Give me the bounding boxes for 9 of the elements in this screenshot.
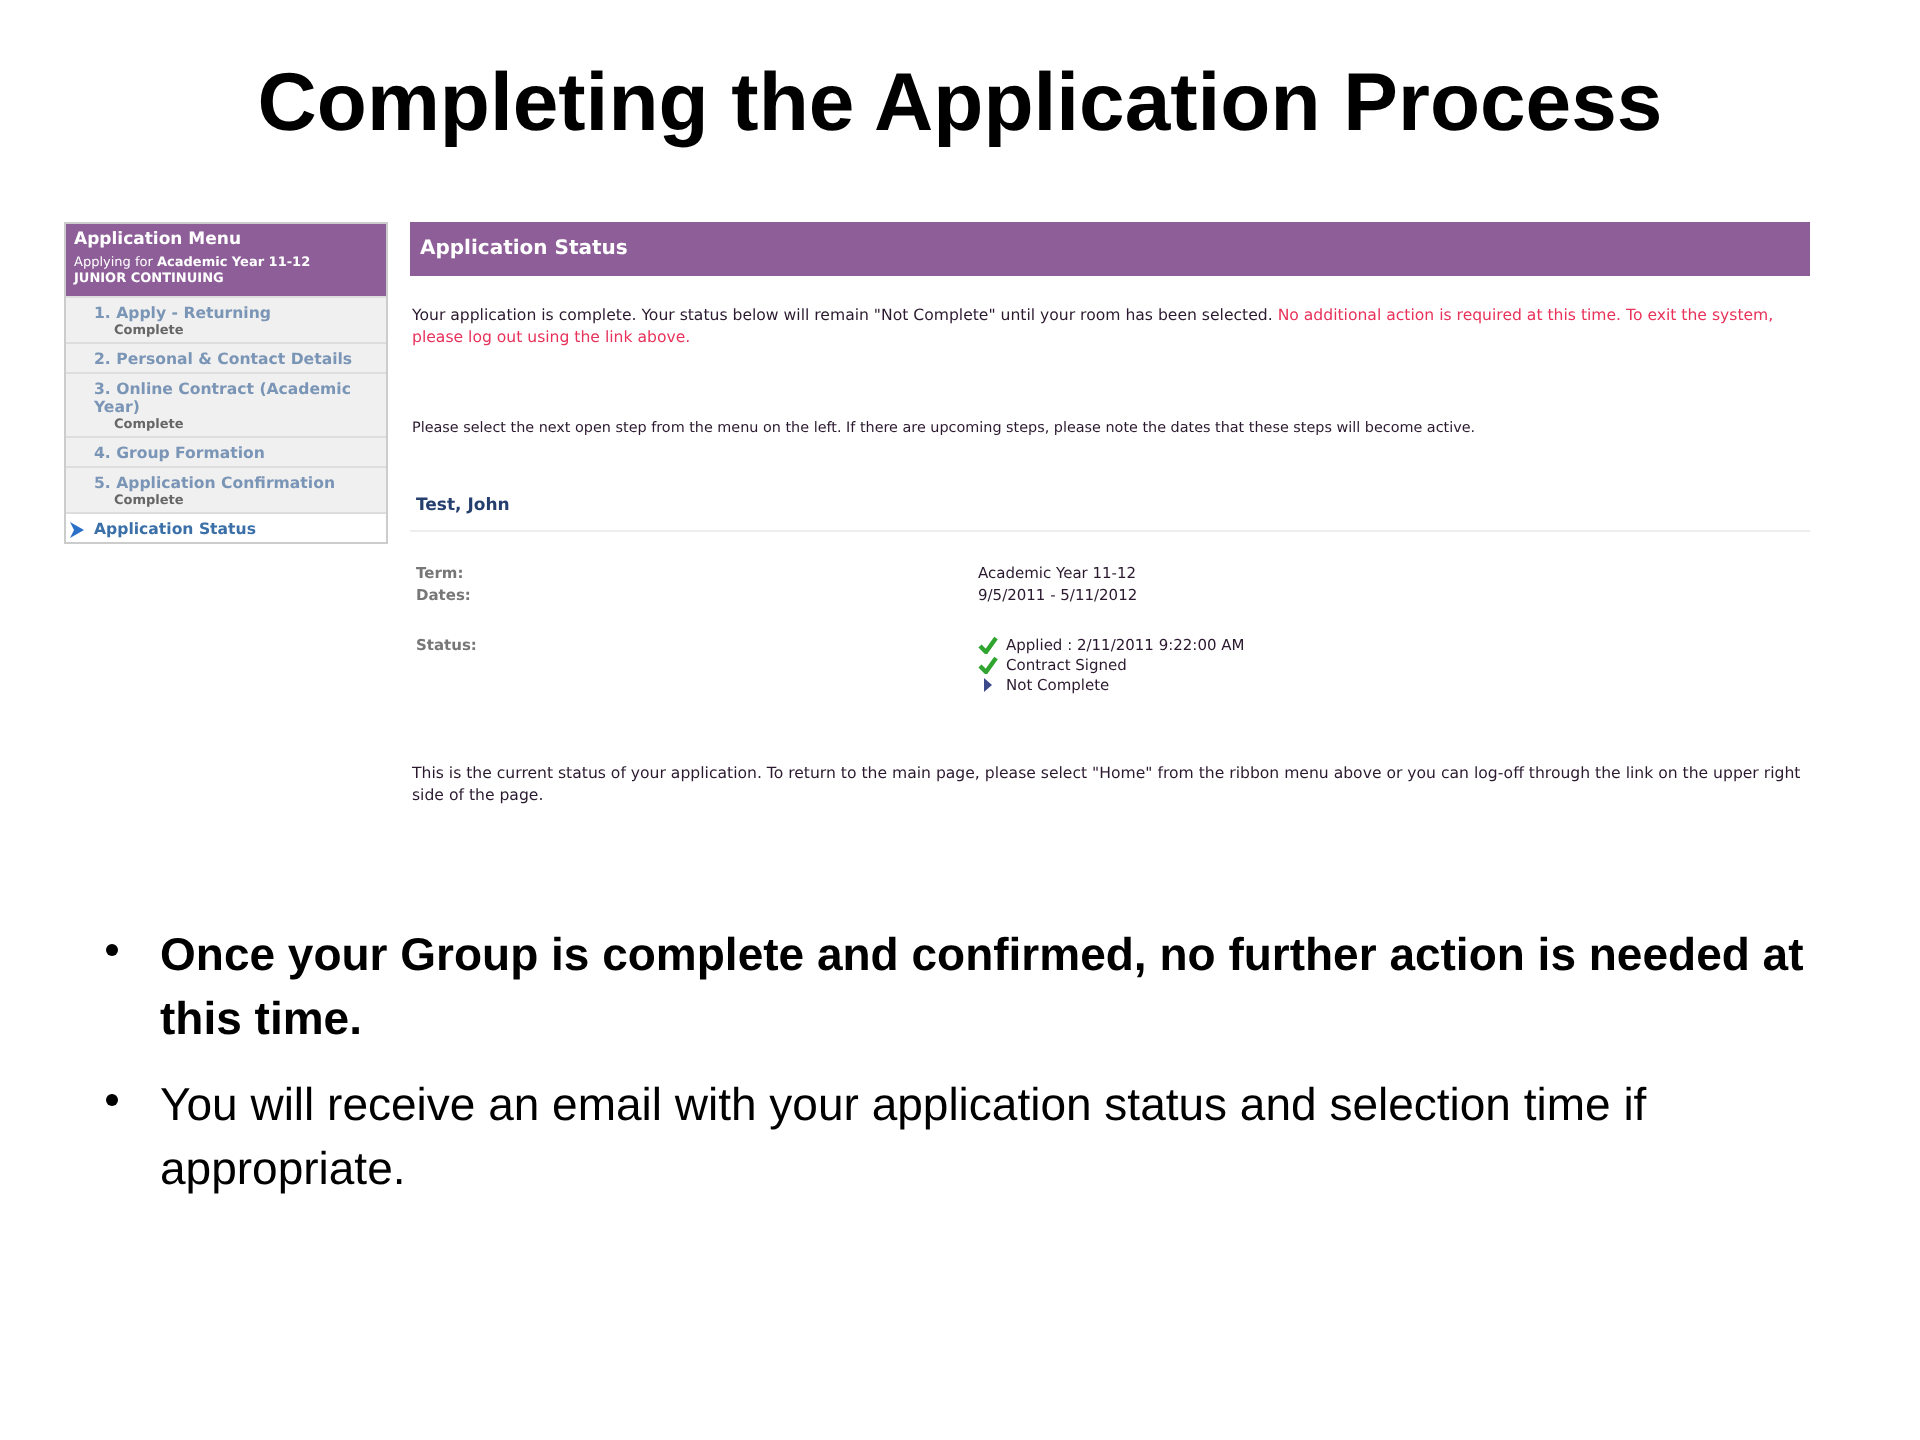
- arrow-icon: [70, 521, 84, 538]
- bullet-text: You will receive an email with your application status and selection time if appropriate.: [160, 1075, 1649, 1198]
- bullet-dot: [106, 944, 118, 957]
- applicant-name: Test, John: [416, 495, 510, 516]
- menu-title: Application Menu: [74, 230, 244, 250]
- bullet-dot: [106, 1093, 118, 1106]
- slide-title: Completing the Application Process: [257, 56, 1663, 150]
- bullet-text: Once your Group is complete and confirmed, no further action is needed at this time.: [160, 926, 1806, 1049]
- panel-title: Application Status: [420, 238, 628, 260]
